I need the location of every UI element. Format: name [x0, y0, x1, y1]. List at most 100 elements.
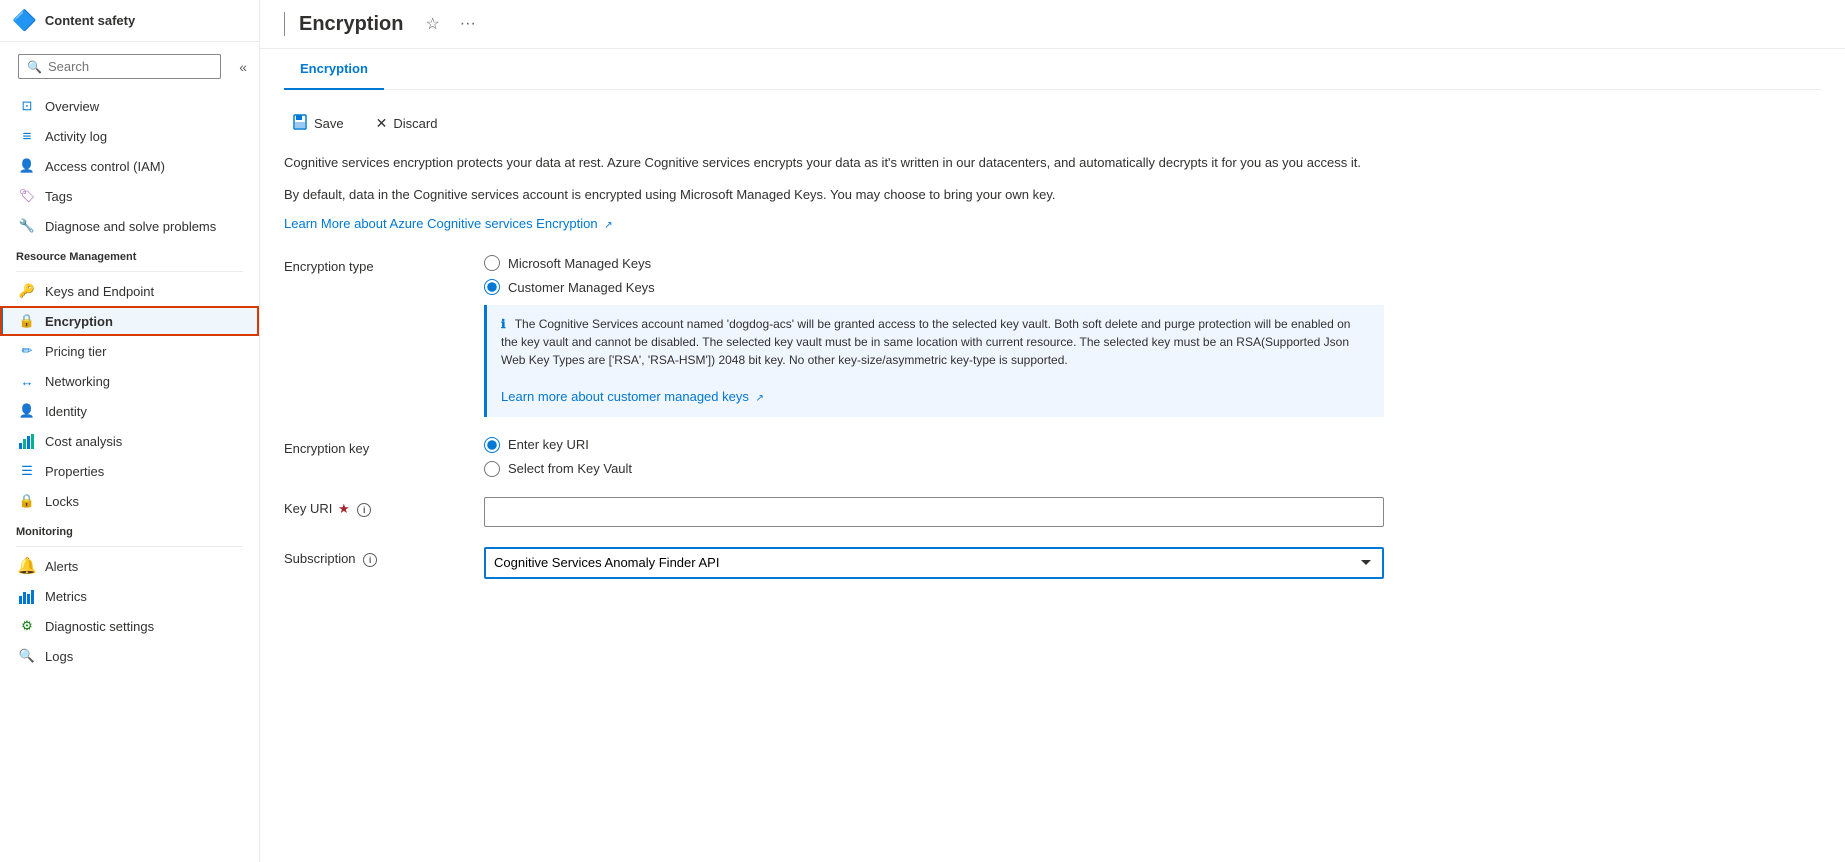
- subscription-select[interactable]: Cognitive Services Anomaly Finder API: [484, 547, 1384, 579]
- subscription-label: Subscription i: [284, 547, 484, 567]
- access-control-icon: 👤: [19, 158, 35, 174]
- encryption-key-row: Encryption key Enter key URI Select from…: [284, 437, 1821, 477]
- sidebar-item-alerts[interactable]: 🔔 Alerts: [0, 551, 259, 581]
- sidebar-item-tags[interactable]: 🏷 Tags: [0, 181, 259, 211]
- learn-more-cmk-link[interactable]: Learn more about customer managed keys ↗: [501, 389, 764, 404]
- more-options-button[interactable]: ···: [456, 13, 480, 35]
- radio-select-vault[interactable]: Select from Key Vault: [484, 461, 1821, 477]
- sidebar-item-encryption[interactable]: 🔒 Encryption: [0, 306, 259, 336]
- radio-microsoft-input[interactable]: [484, 255, 500, 271]
- resource-management-label: Resource Management: [0, 241, 259, 267]
- page-header: Encryption ☆ ···: [260, 0, 1845, 49]
- resource-divider: [16, 271, 243, 272]
- activity-log-icon: ≡: [19, 128, 35, 144]
- sidebar-item-activity-log[interactable]: ≡ Activity log: [0, 121, 259, 151]
- sidebar: 🔷 Content safety 🔍 « ⊡ Overview ≡ Activi…: [0, 0, 260, 862]
- sidebar-item-diagnose[interactable]: 🔧 Diagnose and solve problems: [0, 211, 259, 241]
- sidebar-item-label: Activity log: [45, 129, 107, 144]
- description-1: Cognitive services encryption protects y…: [284, 153, 1484, 173]
- header-actions: ☆ ···: [421, 12, 479, 36]
- keys-icon: 🔑: [19, 283, 35, 299]
- sidebar-item-keys-endpoint[interactable]: 🔑 Keys and Endpoint: [0, 276, 259, 306]
- sidebar-item-label: Keys and Endpoint: [45, 284, 154, 299]
- tab-bar: Encryption: [284, 49, 1821, 90]
- sidebar-item-locks[interactable]: 🔒 Locks: [0, 486, 259, 516]
- external-link-icon: ↗: [604, 220, 612, 231]
- encryption-type-row: Encryption type Microsoft Managed Keys C…: [284, 255, 1821, 417]
- key-uri-row: Key URI ★ i: [284, 497, 1821, 527]
- sidebar-item-access-control[interactable]: 👤 Access control (IAM): [0, 151, 259, 181]
- sidebar-item-properties[interactable]: ☰ Properties: [0, 456, 259, 486]
- sidebar-item-label: Access control (IAM): [45, 159, 165, 174]
- discard-icon: ✕: [376, 115, 388, 132]
- toolbar: Save ✕ Discard: [284, 110, 1821, 137]
- locks-icon: 🔒: [19, 493, 35, 509]
- radio-select-vault-label[interactable]: Select from Key Vault: [508, 461, 632, 476]
- sidebar-item-metrics[interactable]: Metrics: [0, 581, 259, 611]
- sidebar-item-networking[interactable]: ↔ Networking: [0, 366, 259, 396]
- radio-enter-uri-label[interactable]: Enter key URI: [508, 437, 589, 452]
- sidebar-item-cost-analysis[interactable]: Cost analysis: [0, 426, 259, 456]
- subscription-control: Cognitive Services Anomaly Finder API: [484, 547, 1821, 579]
- key-uri-input[interactable]: [484, 497, 1384, 527]
- service-icon: 🔷: [12, 8, 37, 33]
- radio-enter-uri-input[interactable]: [484, 437, 500, 453]
- encryption-key-control: Enter key URI Select from Key Vault: [484, 437, 1821, 477]
- radio-customer-label[interactable]: Customer Managed Keys: [508, 280, 655, 295]
- tags-icon: 🏷: [19, 188, 35, 204]
- discard-button[interactable]: ✕ Discard: [368, 111, 446, 136]
- sidebar-item-label: Diagnose and solve problems: [45, 219, 216, 234]
- key-uri-control: [484, 497, 1821, 527]
- radio-microsoft-managed[interactable]: Microsoft Managed Keys: [484, 255, 1821, 271]
- search-input[interactable]: [48, 59, 212, 74]
- search-container: 🔍: [18, 54, 221, 79]
- encryption-type-control: Microsoft Managed Keys Customer Managed …: [484, 255, 1821, 417]
- metrics-icon: [19, 588, 35, 604]
- sidebar-item-label: Locks: [45, 494, 79, 509]
- learn-more-link-text: Learn More about Azure Cognitive service…: [284, 216, 598, 231]
- sidebar-item-label: Encryption: [45, 314, 113, 329]
- service-title: Content safety: [45, 13, 135, 28]
- sidebar-item-label: Metrics: [45, 589, 87, 604]
- tab-encryption[interactable]: Encryption: [284, 49, 384, 90]
- radio-customer-input[interactable]: [484, 279, 500, 295]
- pricing-icon: ✏: [19, 343, 35, 359]
- overview-icon: ⊡: [19, 98, 35, 114]
- favorite-button[interactable]: ☆: [421, 12, 443, 36]
- encryption-type-label: Encryption type: [284, 255, 484, 274]
- header-divider: [284, 12, 285, 36]
- encryption-type-radio-group: Microsoft Managed Keys Customer Managed …: [484, 255, 1821, 295]
- required-star: ★: [338, 501, 350, 516]
- radio-select-vault-input[interactable]: [484, 461, 500, 477]
- info-text: The Cognitive Services account named 'do…: [501, 317, 1350, 367]
- radio-customer-managed[interactable]: Customer Managed Keys: [484, 279, 1821, 295]
- key-uri-info-icon[interactable]: i: [357, 503, 371, 517]
- sidebar-item-label: Tags: [45, 189, 72, 204]
- sidebar-item-identity[interactable]: 👤 Identity: [0, 396, 259, 426]
- sidebar-item-diagnostic-settings[interactable]: ⚙ Diagnostic settings: [0, 611, 259, 641]
- networking-icon: ↔: [19, 373, 35, 389]
- alerts-icon: 🔔: [19, 558, 35, 574]
- sidebar-item-label: Alerts: [45, 559, 78, 574]
- radio-enter-uri[interactable]: Enter key URI: [484, 437, 1821, 453]
- sidebar-item-label: Logs: [45, 649, 73, 664]
- info-icon: ℹ: [501, 317, 506, 331]
- form-section: Encryption type Microsoft Managed Keys C…: [284, 255, 1821, 579]
- subscription-label-text: Subscription: [284, 551, 356, 566]
- sidebar-item-pricing-tier[interactable]: ✏ Pricing tier: [0, 336, 259, 366]
- save-label: Save: [314, 116, 344, 131]
- collapse-button[interactable]: «: [235, 55, 251, 79]
- save-button[interactable]: Save: [284, 110, 352, 137]
- sidebar-item-overview[interactable]: ⊡ Overview: [0, 91, 259, 121]
- main-content: Encryption ☆ ··· Encryption Save: [260, 0, 1845, 862]
- learn-more-link[interactable]: Learn More about Azure Cognitive service…: [284, 216, 613, 231]
- key-uri-label-text: Key URI: [284, 501, 332, 516]
- save-icon: [292, 114, 308, 133]
- subscription-row: Subscription i Cognitive Services Anomal…: [284, 547, 1821, 579]
- cmk-info-box: ℹ The Cognitive Services account named '…: [484, 305, 1384, 417]
- radio-microsoft-label[interactable]: Microsoft Managed Keys: [508, 256, 651, 271]
- sidebar-item-logs[interactable]: 🔍 Logs: [0, 641, 259, 671]
- sidebar-item-label: Cost analysis: [45, 434, 122, 449]
- key-uri-label: Key URI ★ i: [284, 497, 484, 517]
- subscription-info-icon[interactable]: i: [363, 553, 377, 567]
